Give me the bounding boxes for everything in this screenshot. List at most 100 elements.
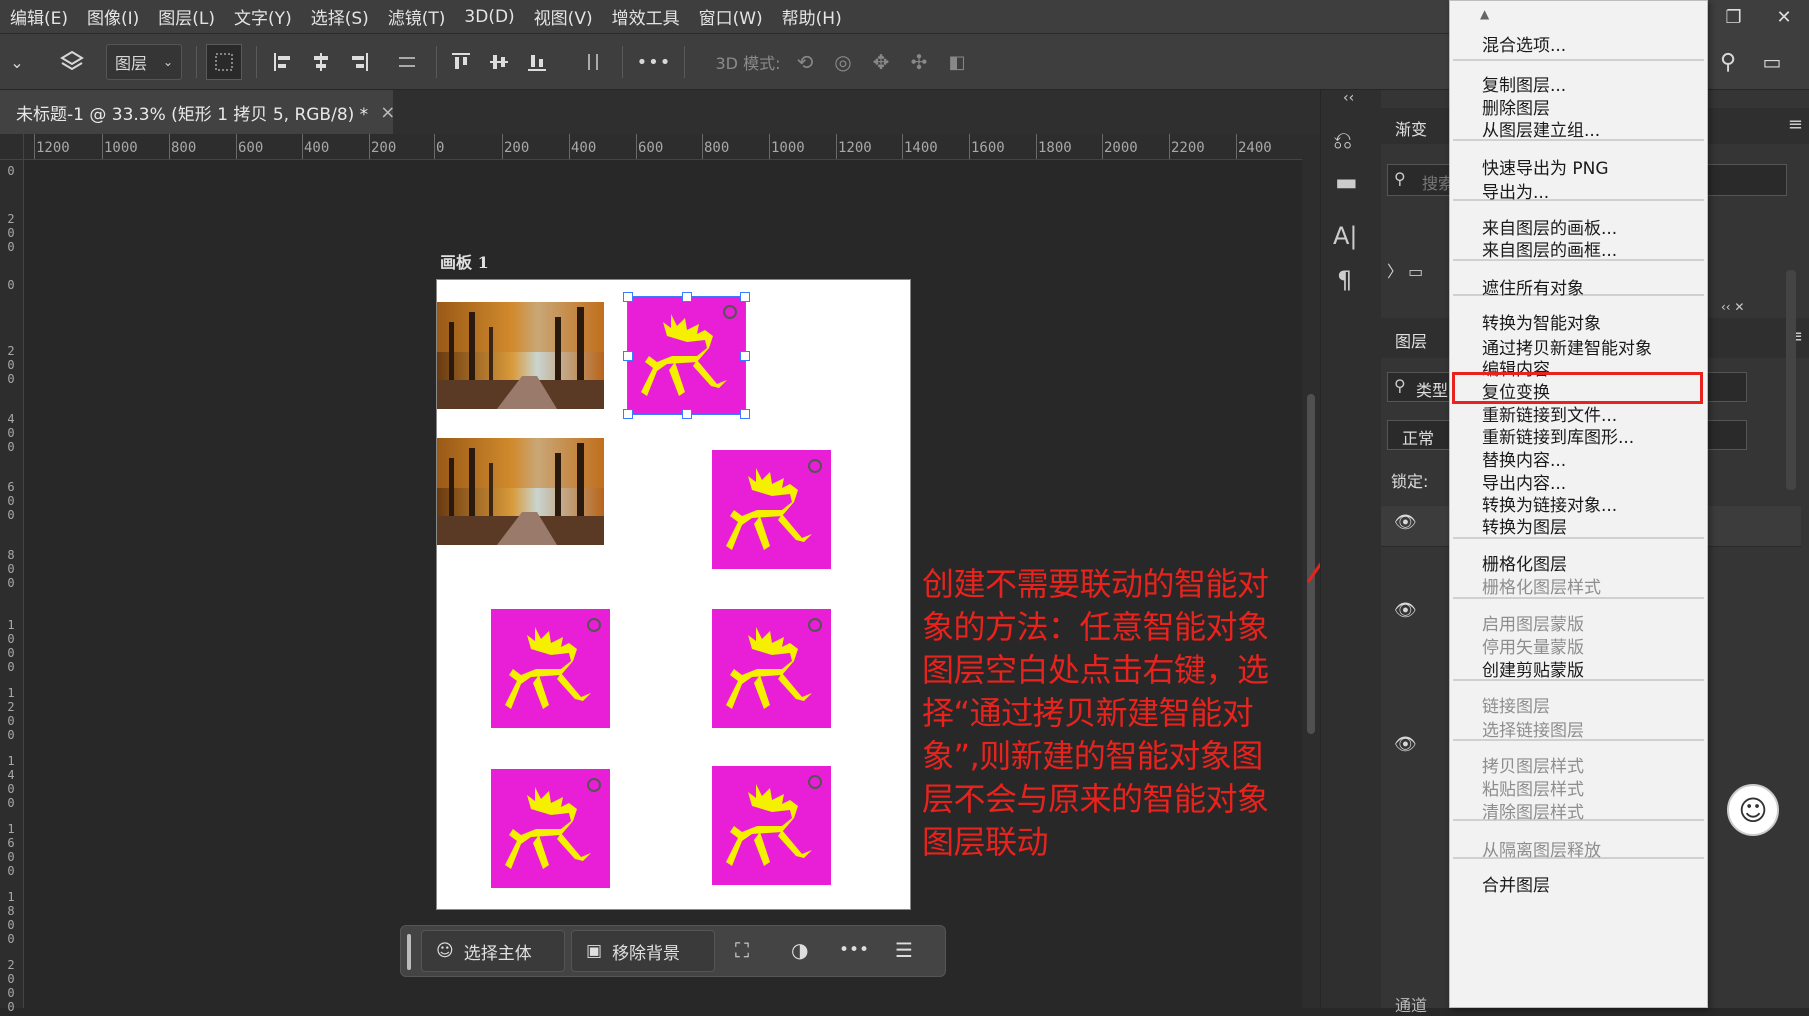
align-center-h-icon[interactable] <box>306 44 336 80</box>
align-top-icon[interactable] <box>446 44 476 80</box>
transform-handle[interactable] <box>623 351 633 361</box>
close-window-icon[interactable]: ✕ <box>1776 7 1791 28</box>
deer-tile[interactable] <box>712 450 831 569</box>
align-right-icon[interactable] <box>344 44 374 80</box>
transform-handle[interactable] <box>740 292 750 302</box>
3d-orbit-icon[interactable]: ⟲ <box>790 44 820 80</box>
collapse-icon[interactable]: ‹‹ <box>1343 90 1354 106</box>
menu-filter[interactable]: 滤镜(T) <box>388 4 446 29</box>
transform-handle[interactable] <box>682 292 692 302</box>
transform-handle[interactable] <box>682 409 692 419</box>
context-menu-item[interactable]: 复制图层... <box>1482 71 1566 96</box>
context-menu-item: 拷贝图层样式 <box>1482 757 1584 777</box>
visibility-eye-icon[interactable]: 👁 <box>1394 600 1417 621</box>
context-menu-item[interactable]: 创建剪贴蒙版 <box>1482 656 1584 681</box>
3d-roll-icon[interactable]: ◎ <box>828 44 858 80</box>
forest-photo-2[interactable] <box>437 438 604 545</box>
deer-tile[interactable] <box>491 769 610 888</box>
more-button[interactable]: ••• <box>839 940 869 960</box>
menu-select[interactable]: 选择(S) <box>311 4 369 29</box>
workspace-icon[interactable]: ▭ <box>1754 44 1790 80</box>
auto-select-dropdown[interactable]: 图层 ⌄ <box>106 44 182 80</box>
distribute-v-icon[interactable] <box>578 44 608 80</box>
close-tab-icon[interactable]: × <box>380 102 395 123</box>
context-menu-item[interactable]: 遮住所有对象 <box>1482 274 1584 299</box>
align-bottom-icon[interactable] <box>522 44 552 80</box>
menu-edit[interactable]: 编辑(E) <box>10 4 68 29</box>
scroll-up-icon[interactable]: ▲ <box>1480 7 1489 21</box>
taskbar-drag-handle[interactable] <box>407 934 411 970</box>
comment-icon[interactable]: ▬ <box>1335 168 1358 196</box>
forest-photo-1[interactable] <box>437 302 604 409</box>
artboard[interactable] <box>436 279 911 910</box>
deer-tile[interactable] <box>491 609 610 728</box>
panel-icon-strip: ‹‹ ⎌ ▬ A| ¶ <box>1320 90 1381 1008</box>
menu-image[interactable]: 图像(I) <box>87 4 139 29</box>
menu-view[interactable]: 视图(V) <box>534 4 593 29</box>
context-menu-item[interactable]: 从图层建立组... <box>1482 116 1600 141</box>
tab-layers[interactable]: 图层 <box>1395 328 1427 352</box>
context-menu-item[interactable]: 替换内容... <box>1482 446 1566 471</box>
context-menu-item[interactable]: 合并图层 <box>1482 871 1550 896</box>
settings-sliders-icon[interactable]: ☰ <box>895 938 913 962</box>
character-icon[interactable]: A| <box>1333 222 1358 250</box>
context-menu-item[interactable]: 来自图层的画框... <box>1482 236 1617 261</box>
distribute-icon[interactable] <box>392 44 422 80</box>
transform-handle[interactable] <box>740 351 750 361</box>
restore-icon[interactable]: ❐ <box>1725 7 1741 28</box>
menu-window[interactable]: 窗口(W) <box>699 4 763 29</box>
selection-bounding-box[interactable] <box>623 292 750 419</box>
deer-tile[interactable] <box>712 609 831 728</box>
context-menu-item[interactable]: 转换为图层 <box>1482 513 1567 538</box>
ruler-tick-line <box>969 134 970 159</box>
context-menu-item[interactable]: 混合选项... <box>1482 31 1566 56</box>
context-menu-item[interactable]: 转换为智能对象 <box>1482 309 1601 334</box>
transform-controls-icon[interactable] <box>206 44 242 80</box>
deer-tile[interactable] <box>712 766 831 885</box>
tab-gradient[interactable]: 渐变 <box>1395 116 1427 140</box>
deer-icon <box>726 775 822 866</box>
menu-3d[interactable]: 3D(D) <box>464 7 514 27</box>
menu-type[interactable]: 文字(Y) <box>234 4 292 29</box>
transform-handle[interactable] <box>623 409 633 419</box>
history-icon[interactable]: ⎌ <box>1333 126 1352 154</box>
context-menu-item[interactable]: 栅格化图层 <box>1482 550 1567 575</box>
menu-plugins[interactable]: 增效工具 <box>612 4 680 29</box>
align-middle-v-icon[interactable] <box>484 44 514 80</box>
menu-help[interactable]: 帮助(H) <box>782 4 842 29</box>
visibility-eye-icon[interactable]: 👁 <box>1394 734 1417 755</box>
context-menu-item[interactable]: 快速导出为 PNG <box>1482 154 1609 179</box>
more-options-button[interactable]: ••• <box>636 44 672 80</box>
transform-handle[interactable] <box>740 409 750 419</box>
select-subject-button[interactable]: ☺ 选择主体 <box>421 930 565 972</box>
artboard-label[interactable]: 画板 1 <box>440 249 489 273</box>
remove-background-button[interactable]: ▣ 移除背景 <box>571 930 715 972</box>
panel-scrollbar[interactable] <box>1786 270 1796 490</box>
tool-preset-chevron-icon[interactable]: ⌄ <box>0 44 34 80</box>
avatar[interactable]: ☺ <box>1727 784 1779 836</box>
layers-stack-icon[interactable] <box>52 44 92 80</box>
gradient-folder-row[interactable]: 〉 ▭ <box>1387 258 1423 282</box>
visibility-eye-icon[interactable]: 👁 <box>1394 512 1417 533</box>
3d-pan-icon[interactable]: ✥ <box>866 44 896 80</box>
panel-collapse-icon[interactable]: ‹‹ ✕ <box>1721 300 1744 314</box>
3d-slide-icon[interactable]: ✣ <box>904 44 934 80</box>
paragraph-icon[interactable]: ¶ <box>1337 266 1352 294</box>
context-menu-item[interactable]: 导出为... <box>1482 178 1549 203</box>
transform-icon[interactable]: ⛶ <box>735 938 749 962</box>
person-icon: ☺ <box>436 941 454 961</box>
align-left-icon[interactable] <box>268 44 298 80</box>
transform-handle[interactable] <box>623 292 633 302</box>
adjustment-icon[interactable]: ◑ <box>791 938 808 962</box>
3d-camera-icon[interactable]: ◧ <box>942 44 972 80</box>
search-icon[interactable]: ⚲ <box>1710 44 1746 80</box>
image-icon: ▣ <box>586 941 603 961</box>
context-menu-item[interactable]: 重新链接到库图形... <box>1482 423 1634 448</box>
context-menu-item: 启用图层蒙版 <box>1482 615 1584 635</box>
channels-tab[interactable]: 通道 <box>1395 992 1427 1016</box>
menu-layer[interactable]: 图层(L) <box>158 4 215 29</box>
document-tabbar: 未标题-1 @ 33.3% (矩形 1 拷贝 5, RGB/8) * × <box>0 90 1320 134</box>
panel-menu-icon[interactable]: ≡ <box>1788 114 1803 135</box>
document-tab[interactable]: 未标题-1 @ 33.3% (矩形 1 拷贝 5, RGB/8) * × <box>0 90 395 134</box>
ruler-tick-line <box>369 134 370 159</box>
